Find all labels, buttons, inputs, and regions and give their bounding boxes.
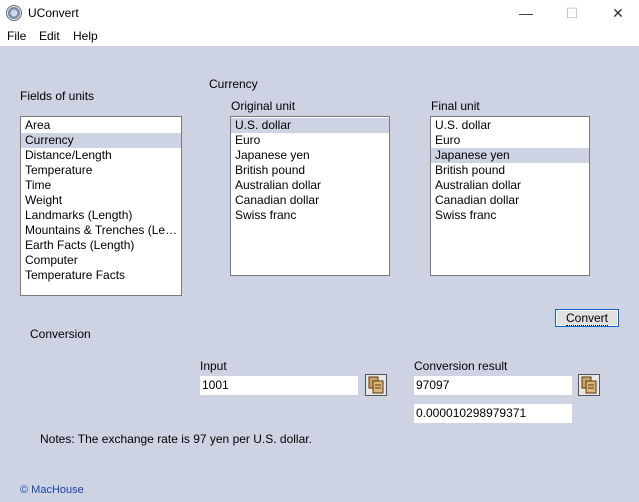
notes-text: Notes: The exchange rate is 97 yen per U… [40, 432, 312, 446]
copyright-text: © MacHouse [20, 484, 84, 496]
original-unit-item[interactable]: British pound [231, 163, 389, 178]
menu-file[interactable]: File [7, 29, 26, 43]
original-unit-item[interactable]: Japanese yen [231, 148, 389, 163]
fields-listbox[interactable]: Area Currency Distance/Length Temperature Ti… [20, 116, 182, 296]
final-unit-item[interactable]: British pound [431, 163, 589, 178]
original-unit-listbox[interactable]: U.S. dollar Euro Japanese yen British pound… [230, 116, 390, 276]
fields-list-item[interactable]: Earth Facts (Length) [21, 238, 181, 253]
client-area: Fields of units Area Currency Distance/Len… [0, 46, 639, 502]
copy-clipboard-icon [581, 376, 597, 394]
title-bar: UConvert — ☐ ✕ [0, 0, 639, 26]
menu-help[interactable]: Help [73, 29, 98, 43]
final-unit-item[interactable]: U.S. dollar [431, 118, 589, 133]
final-unit-item[interactable]: Swiss franc [431, 208, 589, 223]
app-globe-icon [6, 5, 22, 21]
final-unit-heading: Final unit [431, 99, 480, 113]
result-label: Conversion result [414, 359, 508, 373]
maximize-button[interactable]: ☐ [549, 0, 595, 26]
original-unit-item[interactable]: Swiss franc [231, 208, 389, 223]
fields-list-item[interactable]: Weight [21, 193, 181, 208]
fields-list-item[interactable]: Area [21, 118, 181, 133]
inverse-result-field[interactable]: 0.000010298979371 [414, 404, 572, 423]
original-unit-item[interactable]: Euro [231, 133, 389, 148]
window-title: UConvert [28, 6, 79, 20]
final-unit-item[interactable]: Japanese yen [431, 148, 589, 163]
original-unit-heading: Original unit [231, 99, 296, 113]
menu-bar: File Edit Help [0, 26, 639, 46]
minimize-button[interactable]: — [503, 0, 549, 26]
copy-result-button[interactable] [578, 374, 600, 396]
fields-list-item[interactable]: Landmarks (Length) [21, 208, 181, 223]
fields-list-item[interactable]: Temperature [21, 163, 181, 178]
fields-heading: Fields of units [20, 89, 95, 103]
final-unit-item[interactable]: Canadian dollar [431, 193, 589, 208]
final-unit-item[interactable]: Euro [431, 133, 589, 148]
fields-list-item[interactable]: Computer [21, 253, 181, 268]
category-title: Currency [209, 77, 258, 91]
fields-list-item[interactable]: Distance/Length [21, 148, 181, 163]
fields-list-item[interactable]: Currency [21, 133, 181, 148]
copy-input-button[interactable] [365, 374, 387, 396]
result-field[interactable]: 97097 [414, 376, 572, 395]
fields-list-item[interactable]: Mountains & Trenches (Length) [21, 223, 181, 238]
convert-button[interactable]: Convert [555, 309, 619, 327]
conversion-heading: Conversion [30, 327, 91, 341]
input-label: Input [200, 359, 227, 373]
original-unit-item[interactable]: Australian dollar [231, 178, 389, 193]
fields-list-item[interactable]: Temperature Facts [21, 268, 181, 283]
original-unit-item[interactable]: Canadian dollar [231, 193, 389, 208]
copy-clipboard-icon [368, 376, 384, 394]
input-field[interactable]: 1001 [200, 376, 358, 395]
close-button[interactable]: ✕ [595, 0, 639, 26]
final-unit-item[interactable]: Australian dollar [431, 178, 589, 193]
fields-list-item[interactable]: Time [21, 178, 181, 193]
convert-button-label: Convert [565, 311, 609, 326]
menu-edit[interactable]: Edit [39, 29, 60, 43]
original-unit-item[interactable]: U.S. dollar [231, 118, 389, 133]
final-unit-listbox[interactable]: U.S. dollar Euro Japanese yen British pound… [430, 116, 590, 276]
